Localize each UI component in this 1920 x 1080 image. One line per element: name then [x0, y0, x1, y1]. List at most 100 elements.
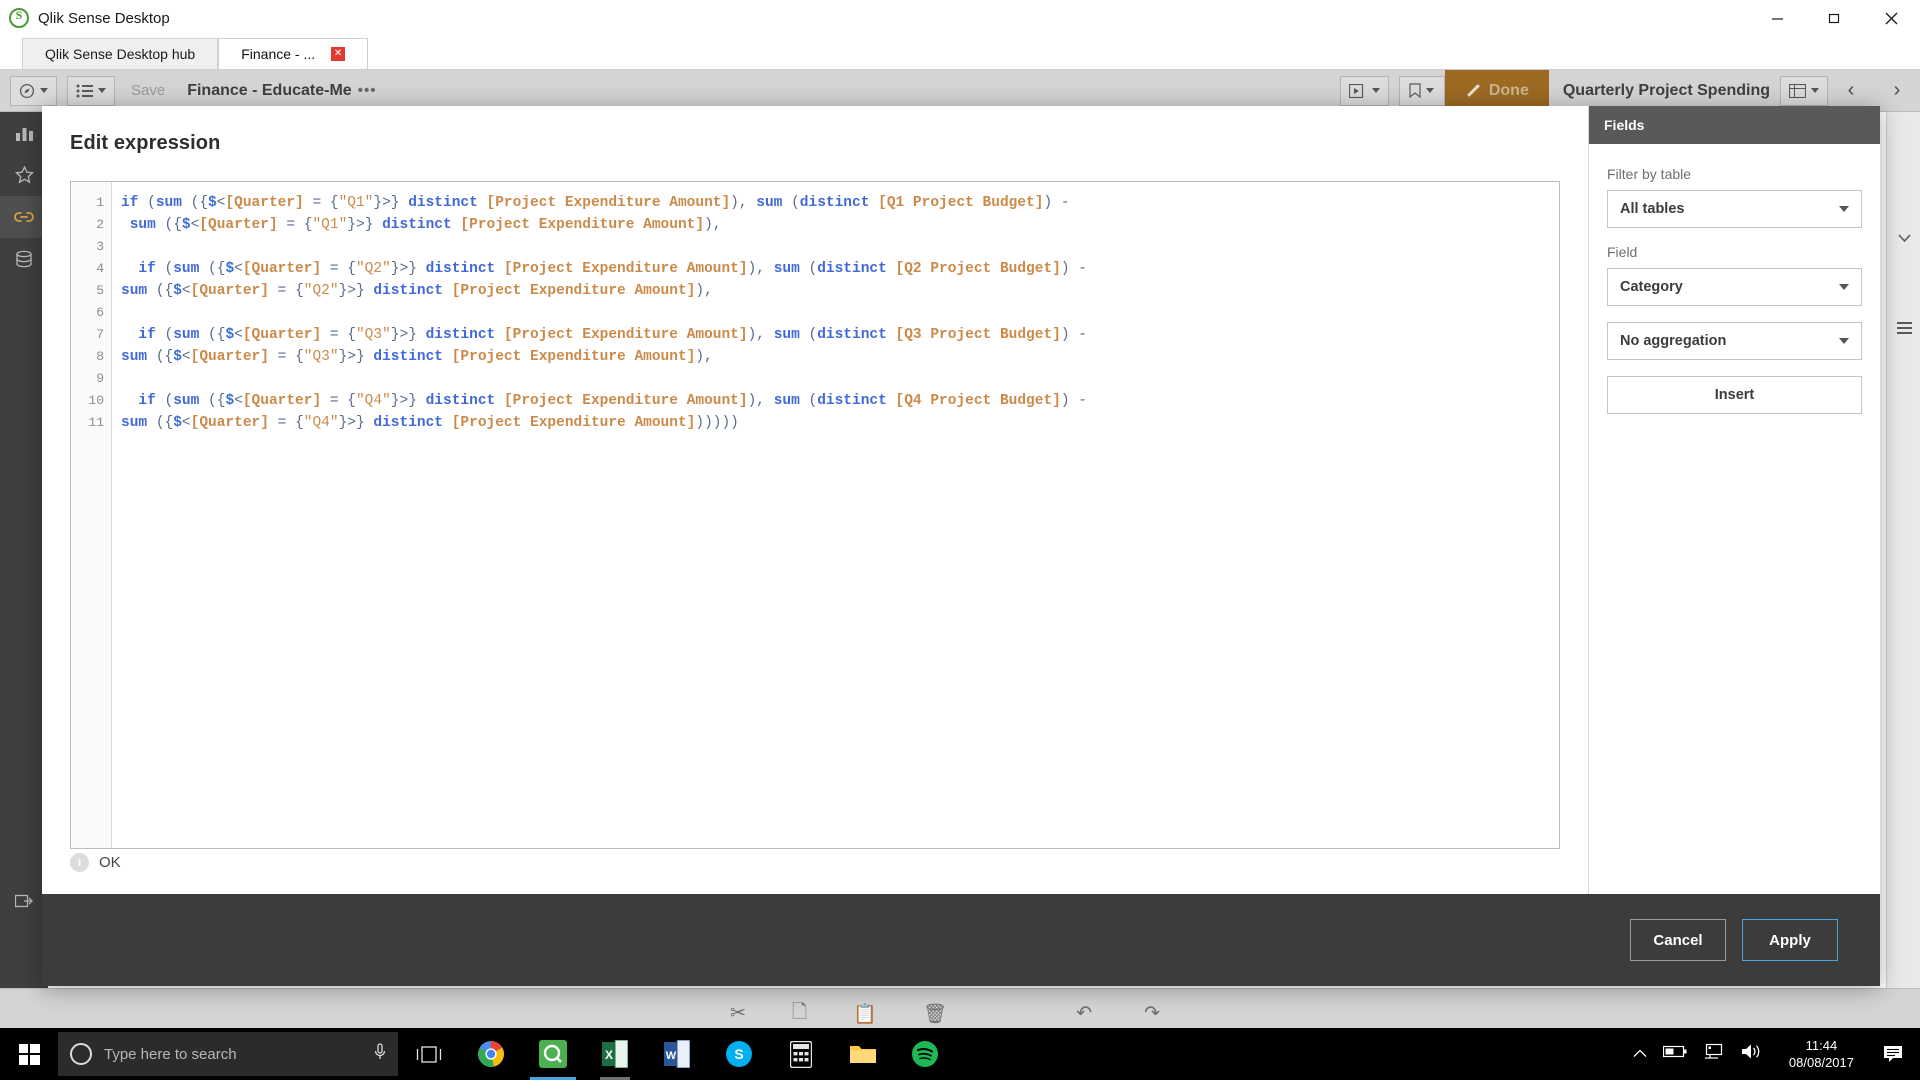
file-explorer-icon[interactable]	[832, 1028, 894, 1080]
tab-strip: Qlik Sense Desktop hub Finance - ... ✕	[0, 36, 1920, 70]
chevron-down-icon	[1839, 206, 1849, 212]
maximize-icon[interactable]	[1806, 0, 1863, 36]
redo-icon[interactable]: ↷	[1144, 1002, 1160, 1025]
line-number-gutter: 1 2 3 4 5 6 7 8 9 10 11	[71, 182, 112, 848]
validation-status-text: OK	[99, 854, 121, 871]
sheet-list-icon[interactable]	[67, 75, 115, 106]
field-select[interactable]: Category	[1607, 268, 1862, 306]
validation-status: i OK	[70, 853, 121, 872]
line-number: 6	[96, 305, 104, 320]
tab-close-icon[interactable]: ✕	[331, 47, 346, 61]
code-line: if (sum ({$<[Quarter] = {"Q2"}>} distinc…	[138, 261, 1087, 277]
left-icon-rail	[0, 112, 48, 1022]
minimize-icon[interactable]	[1749, 0, 1806, 36]
chevron-up-icon[interactable]	[1633, 1045, 1647, 1063]
edit-expression-dialog: Edit expression 1 2 3 4 5 6 7 8 9 10 11	[42, 106, 1880, 986]
chevron-down-icon	[1371, 88, 1380, 93]
undo-icon[interactable]: ↶	[1076, 1002, 1092, 1025]
close-icon[interactable]	[1863, 0, 1920, 36]
windows-taskbar: Type here to search X W S 11:44 08/08/20…	[0, 1028, 1920, 1080]
line-number: 1	[96, 195, 104, 210]
document-more-icon[interactable]: •••	[358, 82, 377, 99]
compass-icon[interactable]	[10, 75, 57, 106]
expression-code-editor[interactable]: 1 2 3 4 5 6 7 8 9 10 11 if (sum ({$<[Qua…	[70, 181, 1560, 849]
undo-redo-group: ↶ ↷	[1076, 1002, 1920, 1025]
cancel-button[interactable]: Cancel	[1630, 919, 1726, 961]
filter-by-table-select[interactable]: All tables	[1607, 190, 1862, 228]
tab-qlik-sense-desktop-hub[interactable]: Qlik Sense Desktop hub	[22, 38, 219, 69]
chart-icon[interactable]	[0, 112, 48, 154]
window-controls	[1749, 0, 1920, 36]
qlik-logo-icon	[9, 8, 29, 28]
field-value: Category	[1620, 279, 1683, 295]
export-icon[interactable]	[0, 880, 48, 922]
fields-panel-header: Fields	[1589, 106, 1880, 144]
expression-code-text[interactable]: if (sum ({$<[Quarter] = {"Q1"}>} distinc…	[112, 182, 1559, 848]
svg-text:S: S	[734, 1046, 743, 1062]
window-title: Qlik Sense Desktop	[38, 9, 170, 27]
document-title: Finance - Educate-Me •••	[187, 82, 376, 100]
calculator-icon[interactable]	[770, 1028, 832, 1080]
right-icon-rail	[1886, 112, 1920, 1022]
line-number: 11	[88, 415, 104, 430]
taskbar-clock[interactable]: 11:44 08/08/2017	[1779, 1037, 1864, 1071]
spotify-icon[interactable]	[894, 1028, 956, 1080]
skype-icon[interactable]: S	[708, 1028, 770, 1080]
trash-icon[interactable]: 🗑	[923, 1002, 947, 1026]
search-input[interactable]: Type here to search	[58, 1032, 398, 1076]
word-icon[interactable]: W	[646, 1028, 708, 1080]
save-button[interactable]: Save	[131, 82, 165, 99]
volume-icon[interactable]	[1741, 1043, 1763, 1065]
system-tray: 11:44 08/08/2017	[1633, 1037, 1920, 1071]
tab-label: Qlik Sense Desktop hub	[45, 46, 196, 62]
line-number: 5	[96, 283, 104, 298]
list-icon[interactable]	[1887, 307, 1920, 349]
code-line: sum ({$<[Quarter] = {"Q2"}>} distinct [P…	[121, 283, 713, 299]
windows-start-icon[interactable]	[0, 1028, 58, 1080]
search-placeholder: Type here to search	[104, 1045, 237, 1063]
tab-finance[interactable]: Finance - ... ✕	[218, 38, 369, 69]
network-icon[interactable]	[1703, 1043, 1725, 1065]
done-label: Done	[1488, 81, 1529, 99]
pencil-icon	[1465, 83, 1480, 98]
grid-icon[interactable]	[1780, 75, 1828, 106]
notification-icon[interactable]	[1880, 1045, 1906, 1064]
dialog-title: Edit expression	[70, 132, 221, 154]
chrome-icon[interactable]	[460, 1028, 522, 1080]
star-icon[interactable]	[0, 154, 48, 196]
database-icon[interactable]	[0, 238, 48, 280]
bookmark-icon[interactable]	[1398, 75, 1445, 106]
scissors-icon[interactable]: ✂	[730, 1002, 746, 1025]
code-line: sum ({$<[Quarter] = {"Q4"}>} distinct [P…	[121, 415, 739, 431]
application-window: Qlik Sense Desktop Qlik Sense Desktop hu…	[0, 0, 1920, 1080]
present-icon[interactable]	[1339, 75, 1389, 106]
expression-editor-pane: Edit expression 1 2 3 4 5 6 7 8 9 10 11	[42, 106, 1588, 894]
microphone-icon[interactable]	[374, 1042, 386, 1066]
next-sheet-button[interactable]: ›	[1874, 70, 1920, 112]
copy-icon[interactable]: 🗋	[792, 998, 807, 1030]
excel-icon[interactable]: X	[584, 1028, 646, 1080]
line-number: 3	[96, 239, 104, 254]
apply-button[interactable]: Apply	[1742, 919, 1838, 961]
code-line: if (sum ({$<[Quarter] = {"Q1"}>} distinc…	[121, 195, 1070, 211]
line-number: 4	[96, 261, 104, 276]
line-number: 2	[96, 217, 104, 232]
document-title-text: Finance - Educate-Me	[187, 81, 352, 99]
aggregation-select[interactable]: No aggregation	[1607, 322, 1862, 360]
svg-text:W: W	[666, 1050, 677, 1062]
chevron-down-icon[interactable]	[1887, 217, 1920, 259]
task-view-icon[interactable]	[398, 1028, 460, 1080]
line-number: 8	[96, 349, 104, 364]
qlik-sense-icon[interactable]	[522, 1028, 584, 1080]
battery-icon[interactable]	[1662, 1045, 1687, 1063]
insert-button[interactable]: Insert	[1607, 376, 1862, 414]
chevron-down-icon	[1839, 284, 1849, 290]
aggregation-value: No aggregation	[1620, 333, 1727, 349]
paste-icon[interactable]: 📋	[853, 1002, 877, 1026]
window-titlebar: Qlik Sense Desktop	[0, 0, 1920, 36]
chevron-down-icon	[1811, 88, 1819, 93]
link-icon[interactable]	[0, 196, 48, 238]
tab-label: Finance - ...	[241, 46, 316, 62]
